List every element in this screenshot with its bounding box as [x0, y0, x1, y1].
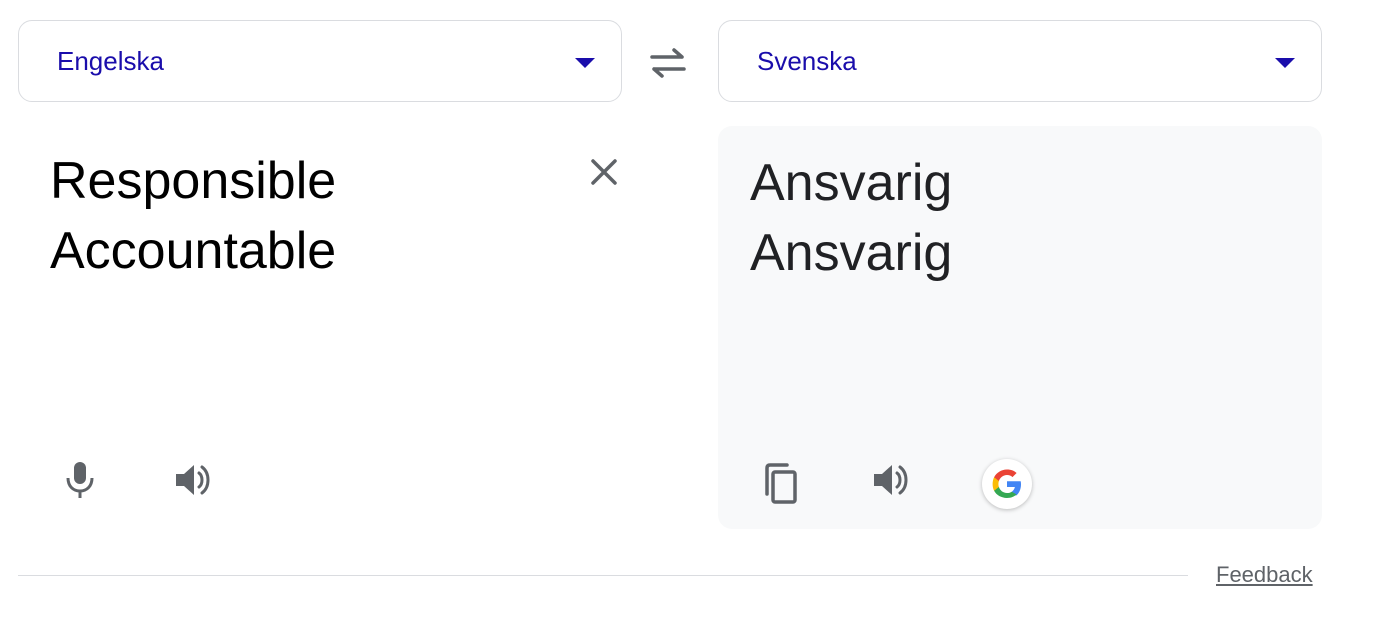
source-language-select[interactable]: Engelska	[18, 20, 622, 102]
copy-icon	[765, 463, 797, 504]
google-g-icon	[992, 469, 1021, 498]
feedback-link[interactable]: Feedback	[1216, 562, 1313, 588]
microphone-icon	[66, 462, 94, 498]
source-listen-button[interactable]	[168, 456, 216, 504]
swap-icon	[650, 48, 686, 78]
clear-text-button[interactable]	[584, 152, 624, 192]
speaker-icon	[176, 465, 210, 495]
open-in-google-translate-button[interactable]	[982, 459, 1032, 509]
chevron-down-icon	[575, 58, 595, 68]
target-listen-button[interactable]	[866, 456, 914, 504]
source-text-input[interactable]: Responsible Accountable	[50, 146, 336, 286]
copy-button[interactable]	[756, 460, 804, 508]
translated-text: Ansvarig Ansvarig	[750, 154, 953, 282]
swap-languages-button[interactable]	[646, 44, 690, 82]
target-language-select[interactable]: Svenska	[718, 20, 1322, 102]
close-icon	[591, 159, 617, 185]
speaker-icon	[874, 465, 908, 495]
source-language-label: Engelska	[57, 45, 164, 76]
microphone-button[interactable]	[56, 456, 104, 504]
target-language-label: Svenska	[757, 45, 857, 76]
footer-divider	[18, 575, 1188, 576]
translation-panel: Ansvarig Ansvarig	[718, 126, 1322, 529]
chevron-down-icon	[1275, 58, 1295, 68]
